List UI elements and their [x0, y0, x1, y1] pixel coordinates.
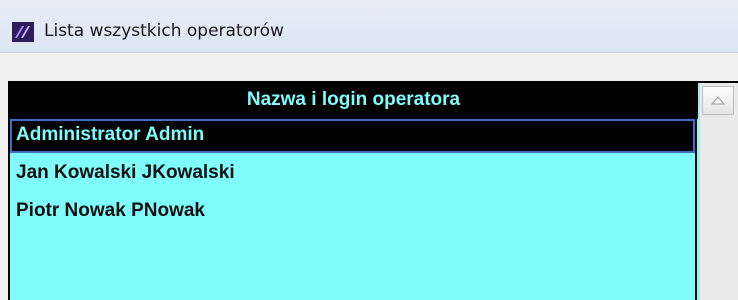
toolbar-strip: [0, 53, 738, 81]
operators-window: Lista wszystkich operatorów Nazwa i logi…: [0, 0, 738, 300]
operators-list[interactable]: Administrator Admin Jan Kowalski JKowals…: [10, 119, 697, 300]
window-title: Lista wszystkich operatorów: [44, 21, 284, 41]
list-item[interactable]: Piotr Nowak PNowak: [10, 195, 695, 229]
vertical-scrollbar[interactable]: [699, 83, 738, 300]
list-column-header[interactable]: Nazwa i login operatora: [10, 83, 698, 119]
list-item[interactable]: Jan Kowalski JKowalski: [10, 157, 695, 191]
app-logo-icon: [12, 22, 34, 42]
scroll-up-button[interactable]: [702, 86, 734, 115]
title-bar: Lista wszystkich operatorów: [0, 0, 738, 53]
list-item[interactable]: Administrator Admin: [10, 119, 695, 153]
chevron-up-icon: [711, 96, 725, 105]
